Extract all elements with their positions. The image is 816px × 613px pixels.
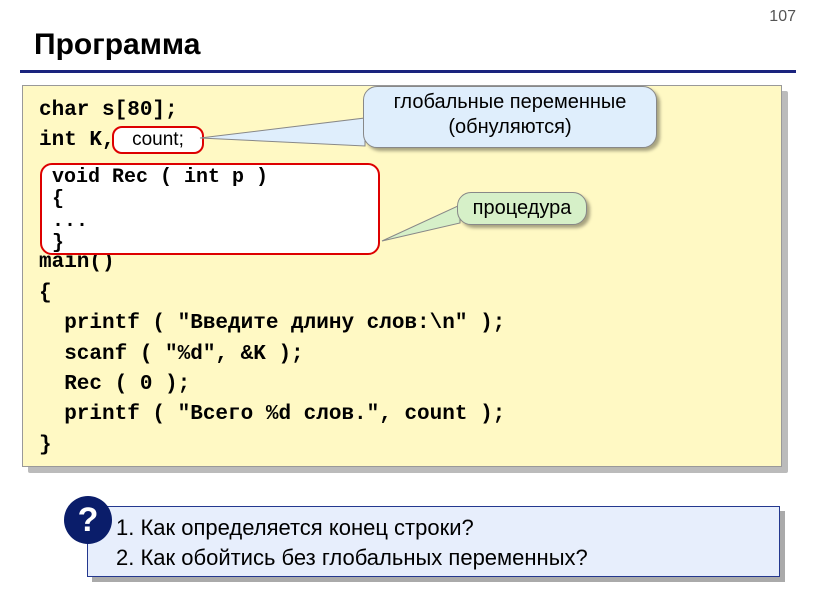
page-title: Программа [34, 28, 200, 62]
code-line-2: int K, [39, 129, 115, 152]
question-mark-icon: ? [64, 496, 112, 544]
question-box: 1. Как определяется конец строки? 2. Как… [87, 506, 780, 577]
count-highlight-box: count; [112, 126, 204, 154]
callout-procedure: процедура [457, 192, 587, 225]
code-after-rec: main() { printf ( "Введите длину слов:\n… [39, 251, 505, 457]
code-line-1: char s[80]; [39, 99, 178, 122]
callout-procedure-text: процедура [473, 197, 572, 219]
question-1: 1. Как определяется конец строки? [116, 513, 769, 543]
question-2: 2. Как обойтись без глобальных переменны… [116, 543, 769, 573]
callout-tail-procedure [382, 205, 460, 245]
callout-globals-text: глобальные переменные (обнуляются) [364, 90, 656, 140]
callout-globals: глобальные переменные (обнуляются) [363, 86, 657, 148]
rec-procedure-box: void Rec ( int p ) { ... } [40, 163, 380, 255]
callout-tail-globals [200, 118, 365, 158]
page-number: 107 [769, 8, 796, 26]
title-rule [20, 70, 796, 73]
